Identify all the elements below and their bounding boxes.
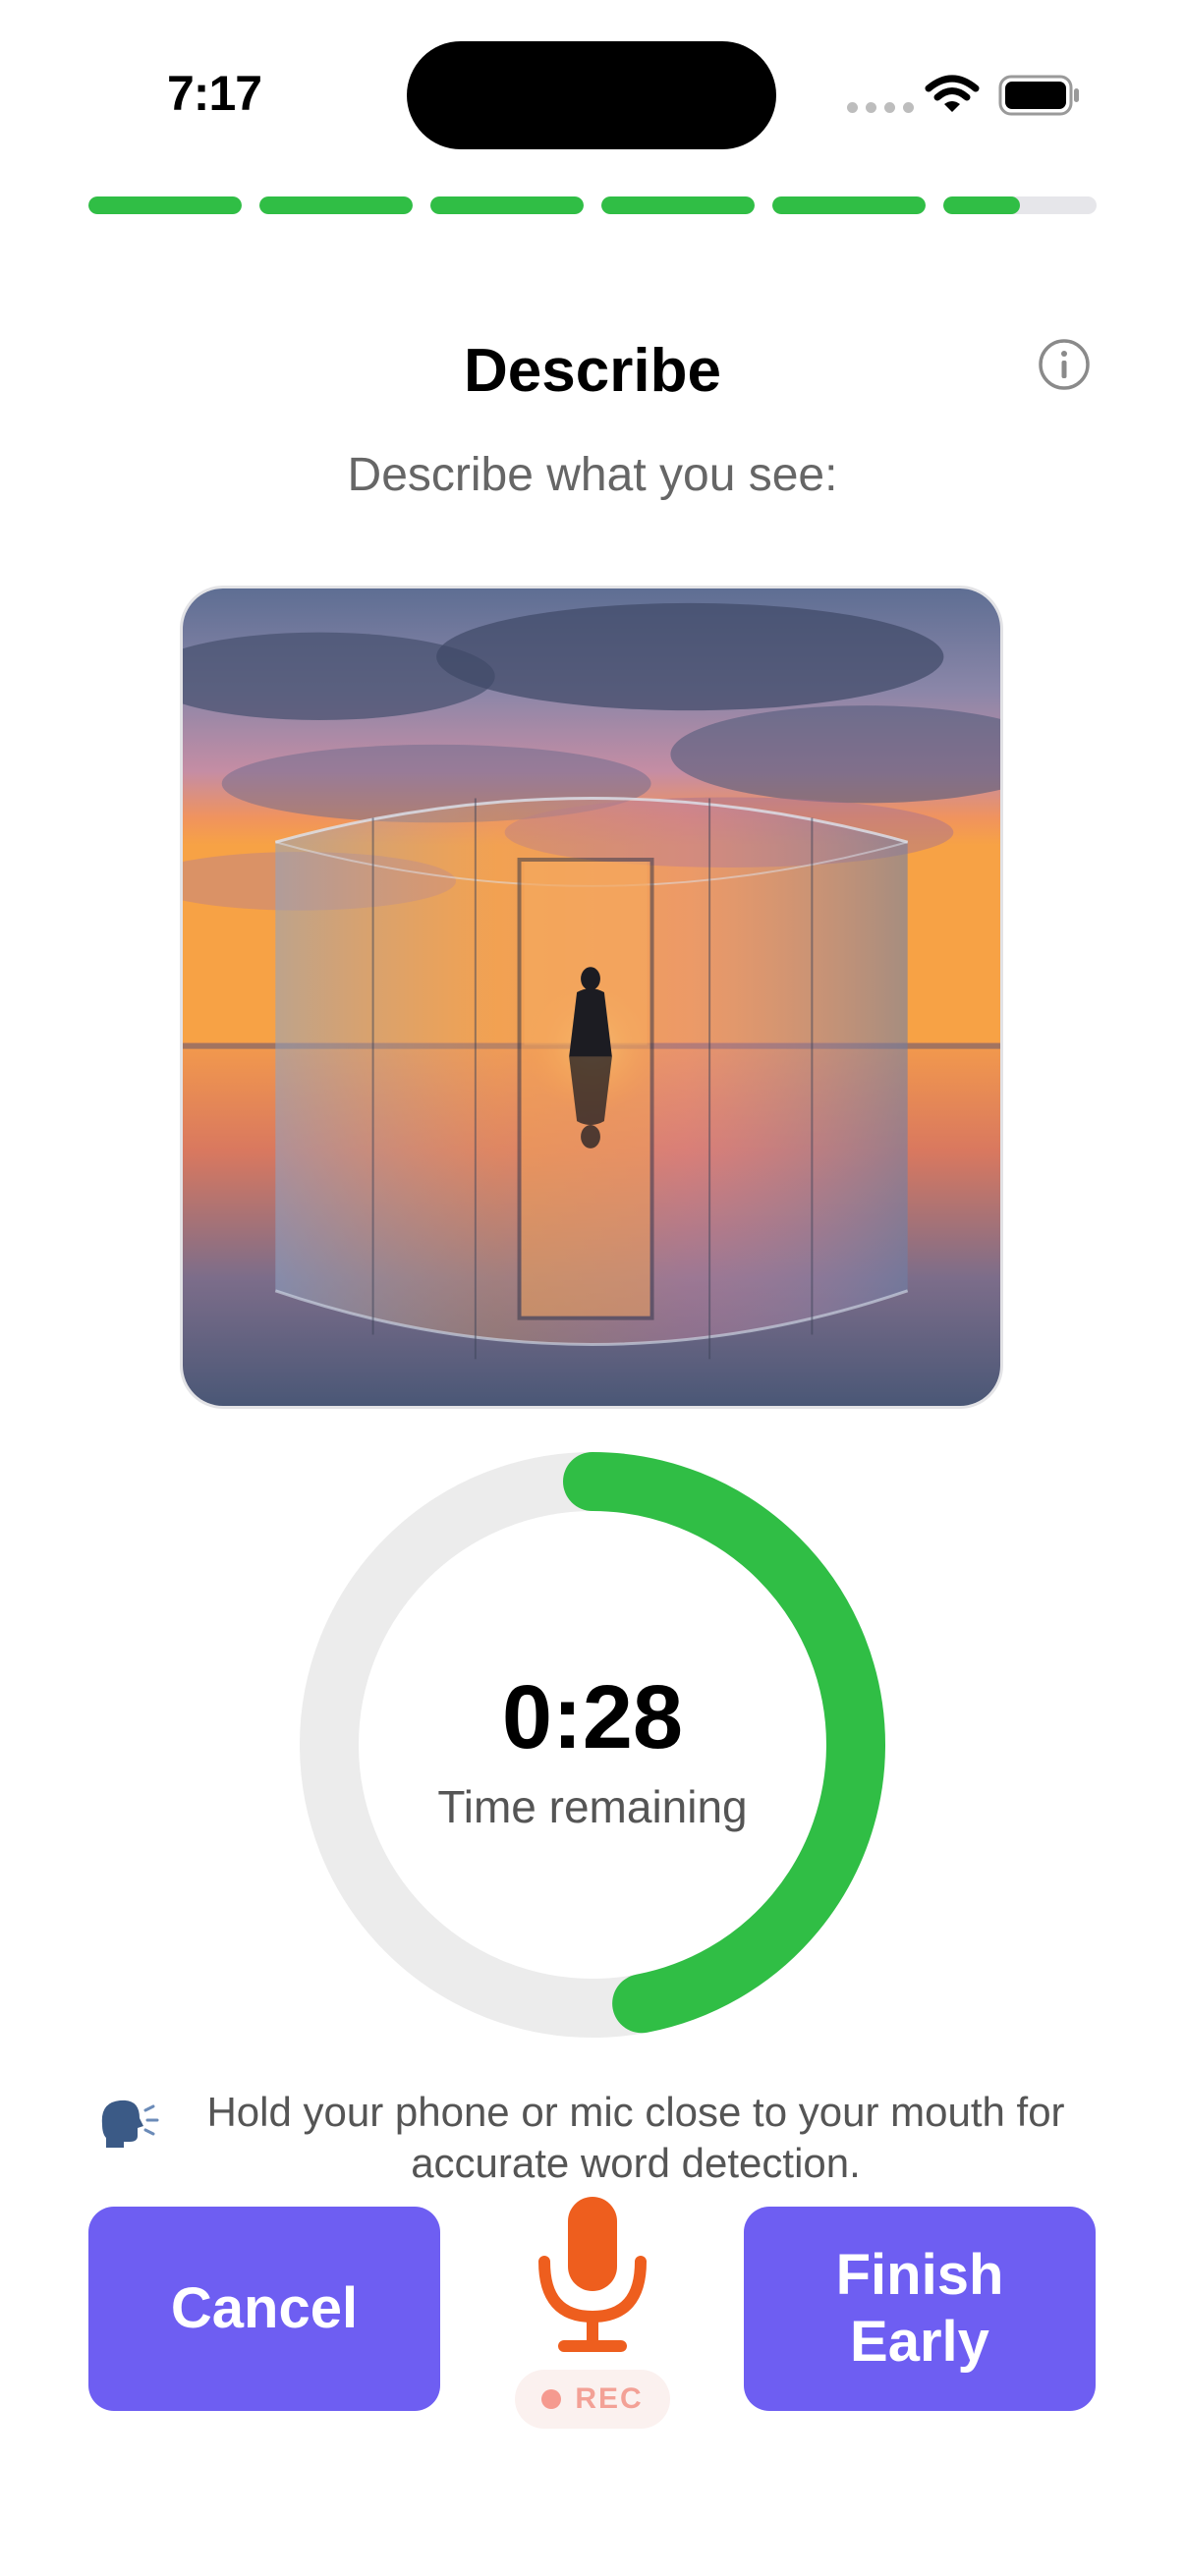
prompt-picture — [180, 586, 1003, 1409]
progress-step — [601, 196, 755, 214]
progress-step — [88, 196, 242, 214]
info-circle-icon[interactable] — [1038, 338, 1091, 391]
signal-dots-icon — [847, 102, 914, 113]
countdown-timer: 0:28 Time remaining — [298, 1450, 887, 2040]
recording-dot-icon — [541, 2389, 562, 2409]
status-time: 7:17 — [167, 66, 262, 121]
progress-step — [772, 196, 926, 214]
timer-value: 0:28 — [501, 1667, 684, 1767]
page-title: Describe — [464, 337, 721, 405]
describe-screen: 7:17 Describe Describe what you see: 0:2… — [0, 0, 1185, 2576]
timer-label: Time remaining — [437, 1781, 748, 1832]
dynamic-island — [407, 41, 776, 149]
microphone-icon[interactable] — [529, 2193, 656, 2360]
prompt-subtitle: Describe what you see: — [347, 449, 838, 501]
step-progress — [88, 196, 1097, 214]
cancel-button[interactable]: Cancel — [88, 2207, 440, 2411]
recording-indicator: REC — [515, 2370, 670, 2429]
wifi-icon — [925, 75, 980, 112]
progress-step — [430, 196, 584, 214]
progress-step-current — [943, 196, 1097, 214]
finish-early-button[interactable]: Finish Early — [744, 2207, 1096, 2411]
battery-icon — [998, 75, 1079, 116]
speaking-head-icon — [101, 2100, 159, 2148]
progress-step — [259, 196, 413, 214]
hint-text: Hold your phone or mic close to your mou… — [206, 2089, 1065, 2186]
recording-label: REC — [575, 2382, 644, 2415]
